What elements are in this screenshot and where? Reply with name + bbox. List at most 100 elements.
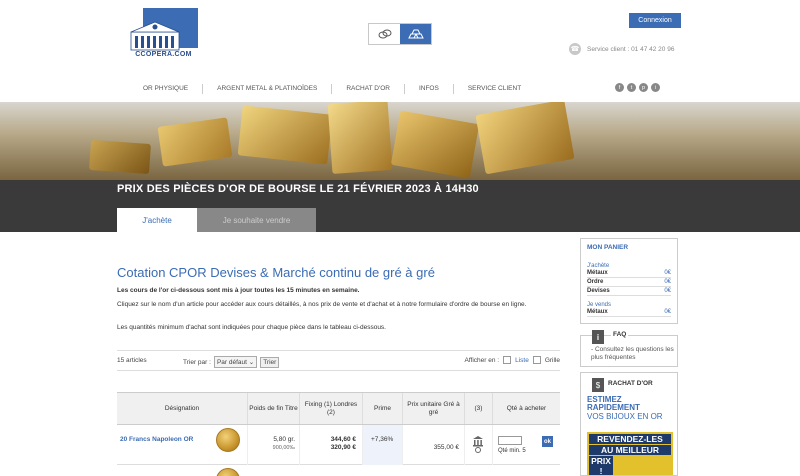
sort-button[interactable]: Trier xyxy=(260,356,280,368)
divider xyxy=(117,370,560,371)
divider xyxy=(117,350,560,351)
tab-achete[interactable]: J'achète xyxy=(117,208,197,232)
sort-controls: Trier par : Par défaut ⌄ Trier xyxy=(183,356,280,368)
promo-yellow-line: AU MEILLEUR xyxy=(589,445,671,455)
cart-row-value: 0€ xyxy=(664,309,671,315)
cart-row: Métaux 0€ xyxy=(587,308,671,317)
prix-value: 355,00 € xyxy=(433,444,459,451)
product-link[interactable]: 20 Francs Napoleon OR xyxy=(120,436,193,443)
service-client-text: Service client : 01 47 42 20 96 xyxy=(587,45,675,53)
table-row: 20 Francs Napoleon OR 5,80 gr. 900,00‰ 3… xyxy=(117,425,560,465)
cart-row-label: Métaux xyxy=(587,270,608,276)
gold-bar-image xyxy=(157,117,233,167)
gold-bar-image xyxy=(89,139,151,175)
connexion-button[interactable]: Connexion xyxy=(629,13,681,28)
logo-text: CCOPERA.COM xyxy=(135,51,192,58)
promo-yellow-block: REVENDEZ-LES AU MEILLEUR PRIX ! xyxy=(587,432,673,475)
col-fixing: Fixing (1) Londres (2) xyxy=(299,393,362,424)
table-header: Désignation Poids de fin Titre Fixing (1… xyxy=(117,392,560,425)
sort-select-value: Par défaut xyxy=(216,359,247,366)
hero-banner xyxy=(0,102,800,180)
cart-row: Ordre 0€ xyxy=(587,278,671,287)
cart-row-value: 0€ xyxy=(664,279,671,285)
col-prime: Prime xyxy=(362,393,402,424)
page-title: PRIX DES PIÈCES D'OR DE BOURSE LE 21 FÉV… xyxy=(117,183,479,195)
cell-prix: 355,00 € xyxy=(402,425,464,465)
gold-bar-image xyxy=(475,102,575,175)
intro-text: Cliquez sur le nom d'un article pour acc… xyxy=(117,301,527,308)
display-controls: Afficher en : Liste Grille xyxy=(465,356,560,364)
cart-row: Métaux 0€ xyxy=(587,269,671,278)
bank-icon xyxy=(473,436,483,453)
grid-view-icon[interactable] xyxy=(532,356,541,364)
rachat-panel: $ RACHAT D'OR ESTIMEZ RAPIDEMENT VOS BIJ… xyxy=(580,372,678,476)
service-client: ☎ Service client : 01 47 42 20 96 xyxy=(569,43,674,55)
tab-vendre[interactable]: Je souhaite vendre xyxy=(197,208,316,232)
list-view-icon[interactable] xyxy=(503,356,512,364)
grid-view-link[interactable]: Grille xyxy=(545,357,560,364)
nav-item-infos[interactable]: INFOS xyxy=(405,84,454,94)
quantity-input[interactable] xyxy=(498,436,522,445)
social-links: f t p i xyxy=(615,83,660,92)
nav-item-or-physique[interactable]: OR PHYSIQUE xyxy=(129,84,204,94)
info-icon: i xyxy=(592,330,604,344)
fixing-2: 320,90 € xyxy=(330,444,356,451)
promo-line-3: VOS BIJOUX EN OR xyxy=(587,412,663,421)
cart-row-value: 0€ xyxy=(664,270,671,276)
cell-prime: +7,36% xyxy=(362,425,402,465)
nav-item-rachat[interactable]: RACHAT D'OR xyxy=(332,84,405,94)
promo-yellow-line: PRIX ! xyxy=(589,456,613,475)
section-heading: Cotation CPOR Devises & Marché continu d… xyxy=(117,265,435,280)
cart-row: Devises 0€ xyxy=(587,287,671,296)
twitter-icon[interactable]: t xyxy=(627,83,636,92)
faq-link[interactable]: - Consultez les questions les plus fréqu… xyxy=(591,346,675,362)
poids-value: 5,80 gr. xyxy=(273,436,295,443)
logo[interactable]: CCOPERA.COM xyxy=(129,8,198,58)
nav-item-argent[interactable]: ARGENT METAL & PLATINOÏDES xyxy=(203,84,333,94)
faq-panel[interactable]: i FAQ - Consultez les questions les plus… xyxy=(580,330,678,367)
faq-title: FAQ xyxy=(611,331,629,338)
coins-icon xyxy=(378,29,391,39)
main-nav: OR PHYSIQUE ARGENT METAL & PLATINOÏDES R… xyxy=(129,82,589,96)
cart-row-value: 0€ xyxy=(664,288,671,294)
promo-line-2: RAPIDEMENT xyxy=(587,403,640,412)
gold-bars-icon xyxy=(407,29,424,39)
coin-icon-toggle[interactable] xyxy=(369,24,400,44)
pinterest-icon[interactable]: p xyxy=(639,83,648,92)
bars-icon-toggle[interactable] xyxy=(400,24,431,44)
coin-image[interactable] xyxy=(216,468,240,476)
cart-row-label: Devises xyxy=(587,288,610,294)
prime-value: +7,36% xyxy=(371,436,394,443)
col-designation: Désignation xyxy=(164,404,200,412)
qty-min: Qté min. 5 xyxy=(498,448,526,454)
site-toggle[interactable] xyxy=(368,23,432,45)
cell-poids: 5,80 gr. 900,00‰ xyxy=(247,425,299,465)
sort-select[interactable]: Par défaut ⌄ xyxy=(213,356,258,368)
cell-qty: Qté min. 5 ok xyxy=(492,425,560,465)
intro-text-min: Les quantités minimum d'achat sont indiq… xyxy=(117,324,386,331)
nav-item-service-client[interactable]: SERVICE CLIENT xyxy=(454,84,535,94)
cart-row-label: Ordre xyxy=(587,279,604,285)
list-view-link[interactable]: Liste xyxy=(515,357,529,364)
gold-bar-image xyxy=(237,105,333,165)
euro-icon: $ xyxy=(592,378,604,392)
gold-bar-image xyxy=(390,110,480,179)
col-prix: Prix unitaire Gré à gré xyxy=(402,393,464,424)
coin-image[interactable] xyxy=(216,428,240,452)
cart-panel: MON PANIER J'achète Métaux 0€ Ordre 0€ Dev… xyxy=(580,238,678,324)
opera-building-icon xyxy=(130,21,180,51)
rachat-promo-banner[interactable]: ESTIMEZ RAPIDEMENT VOS BIJOUX EN OR REVE… xyxy=(587,396,673,475)
phone-icon: ☎ xyxy=(569,43,581,55)
cell-designation: 20 Francs Napoleon OR xyxy=(117,425,247,465)
cart-row-label: Métaux xyxy=(587,309,608,315)
titre-value: 900,00‰ xyxy=(272,445,295,451)
col-poids: Poids de fin Titre xyxy=(247,393,299,424)
gold-bar-image xyxy=(327,102,393,175)
instagram-icon[interactable]: i xyxy=(651,83,660,92)
ok-button[interactable]: ok xyxy=(542,436,553,447)
cell-fixing: 344,60 € 320,90 € xyxy=(299,425,362,465)
promo-yellow-line: REVENDEZ-LES xyxy=(589,434,671,444)
sort-label: Trier par : xyxy=(183,358,211,366)
facebook-icon[interactable]: f xyxy=(615,83,624,92)
display-label: Afficher en : xyxy=(464,356,500,364)
